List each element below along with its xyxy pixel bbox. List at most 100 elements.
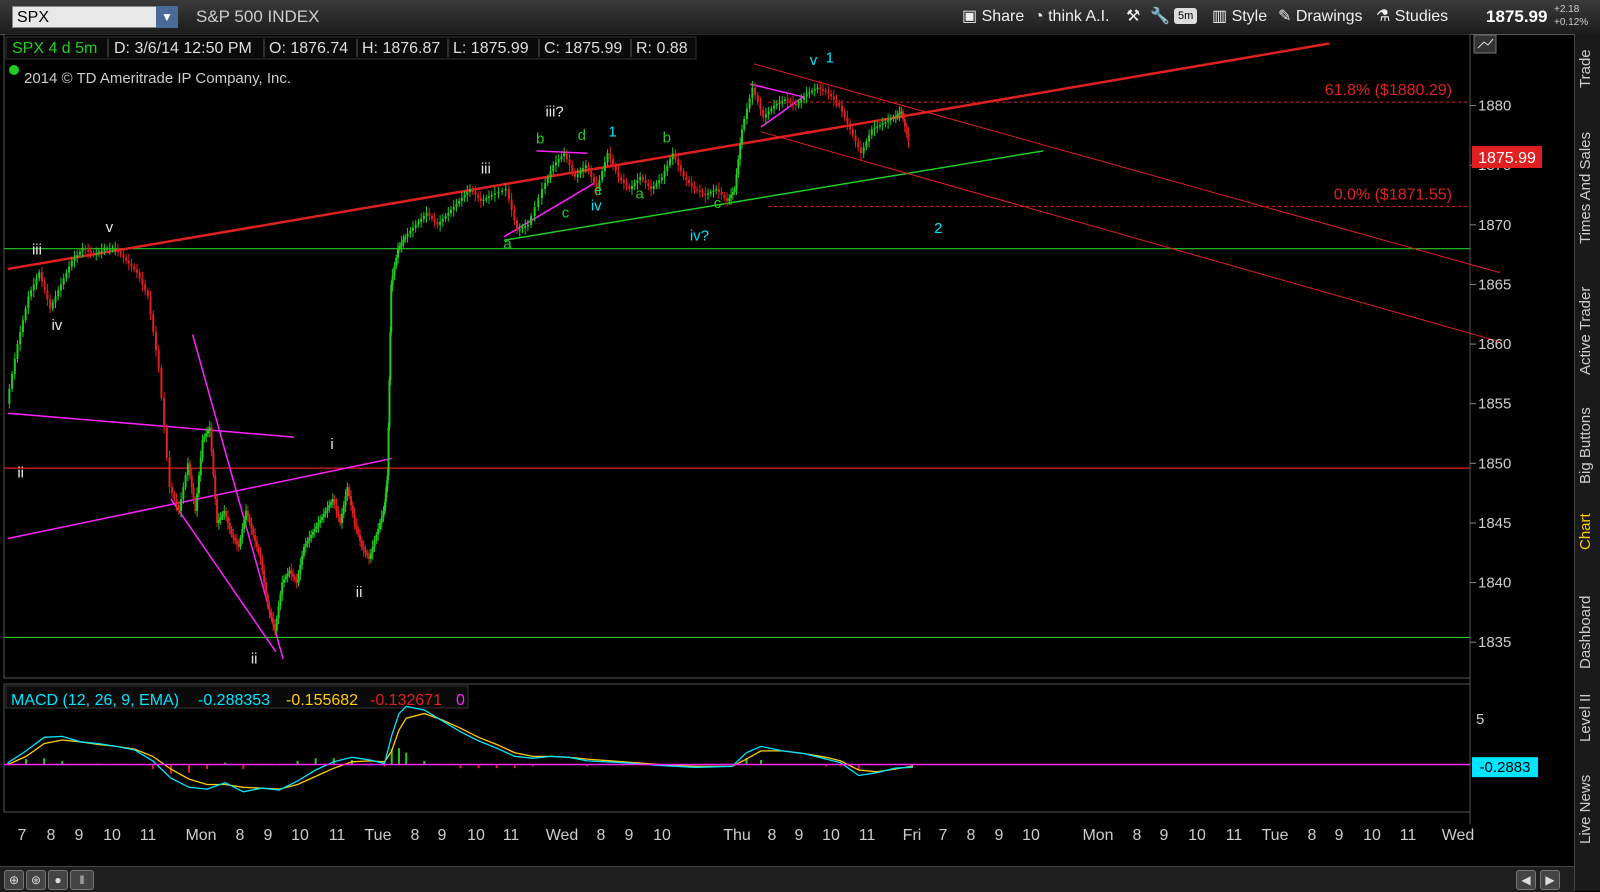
header-range: R: 0.88 xyxy=(636,40,688,57)
candle-body xyxy=(488,196,491,198)
candle-body xyxy=(521,227,524,230)
candle-body xyxy=(380,517,383,523)
sidebar-tab-trade[interactable]: Trade xyxy=(1577,40,1599,98)
candle-body xyxy=(735,174,738,190)
candle-body xyxy=(490,195,493,197)
chart-style-icon[interactable] xyxy=(1473,34,1497,54)
scroll-right-icon[interactable]: ▶ xyxy=(1540,870,1560,890)
drawings-button[interactable]: ✎ Drawings xyxy=(1278,6,1363,28)
sidebar-tab-chart[interactable]: Chart xyxy=(1577,508,1599,556)
drawings-label: Drawings xyxy=(1295,8,1363,25)
zoom-icon[interactable]: ⊛ xyxy=(26,870,46,890)
candle-body xyxy=(733,189,736,193)
x-tick-label: 9 xyxy=(75,827,84,844)
candle-body xyxy=(245,511,248,520)
candle-body xyxy=(477,195,480,198)
wave-label: 1 xyxy=(826,50,834,67)
style-button[interactable]: ▥ Style xyxy=(1212,6,1267,28)
candle-body xyxy=(214,475,217,500)
header-open: O: 1876.74 xyxy=(269,40,348,57)
candle-body xyxy=(157,350,160,368)
wrench-icon[interactable]: 🔧 xyxy=(1150,6,1170,28)
candle-body xyxy=(171,487,174,494)
candle-body xyxy=(297,573,300,583)
candle-body xyxy=(257,546,260,553)
last-price: 1875.99 xyxy=(1486,7,1548,26)
candle-body xyxy=(192,487,195,500)
zoom-fit-icon[interactable]: ⊕ xyxy=(4,870,24,890)
candle-body xyxy=(497,192,500,194)
candle-body xyxy=(234,537,237,541)
chart-tools-icon[interactable]: ⚒ xyxy=(1126,6,1140,28)
candle-body xyxy=(501,190,504,193)
candle-body xyxy=(709,192,712,194)
info-icon[interactable] xyxy=(9,65,19,75)
candle-body xyxy=(482,199,485,201)
x-tick-label: 10 xyxy=(103,827,121,844)
candle-body xyxy=(474,192,477,195)
candle-body xyxy=(568,159,571,166)
sidebar-tab-level-ii[interactable]: Level II xyxy=(1577,692,1599,744)
studies-button[interactable]: ⚗ Studies xyxy=(1376,6,1448,28)
candle-body xyxy=(677,159,680,166)
y-tick-label: 1860 xyxy=(1478,336,1511,353)
candle-body xyxy=(620,177,623,181)
candle-body xyxy=(344,496,347,506)
timeframe-button[interactable]: 5m xyxy=(1174,8,1198,24)
candle-body xyxy=(322,514,325,517)
candle-body xyxy=(76,254,79,258)
x-tick-label: 11 xyxy=(1226,827,1243,844)
candle-body xyxy=(199,457,202,476)
sidebar-tab-times-and-sales[interactable]: Times And Sales xyxy=(1577,120,1599,256)
sidebar-tab-active-trader[interactable]: Active Trader xyxy=(1577,272,1599,390)
candle-body xyxy=(221,514,224,517)
candle-body xyxy=(767,111,770,115)
candle-body xyxy=(641,177,644,181)
symbol-input[interactable]: SPX xyxy=(12,6,178,28)
candle-body xyxy=(513,209,516,221)
header-low: L: 1875.99 xyxy=(453,40,529,57)
candle-body xyxy=(228,522,231,529)
sidebar-tab-big-buttons[interactable]: Big Buttons xyxy=(1577,396,1599,496)
scroll-handle[interactable]: ‖ xyxy=(70,870,94,890)
fib-level-label: 0.0% ($1871.55) xyxy=(1334,186,1452,203)
scroll-left-icon[interactable]: ◀ xyxy=(1516,870,1536,890)
search-icon[interactable]: ● xyxy=(48,870,68,890)
sidebar-tab-dashboard[interactable]: Dashboard xyxy=(1577,582,1599,682)
candle-body xyxy=(560,156,563,160)
x-tick-label: Wed xyxy=(546,827,579,844)
candle-body xyxy=(685,177,688,181)
candle-body xyxy=(666,165,669,172)
candle-body xyxy=(160,367,163,398)
candle-body xyxy=(333,499,336,506)
candle-body xyxy=(439,221,442,225)
candle-body xyxy=(373,540,376,547)
symbol-dropdown-icon[interactable]: ▼ xyxy=(156,6,178,28)
candle-body xyxy=(397,248,400,258)
candle-body xyxy=(197,475,200,494)
candle-body xyxy=(116,248,119,252)
candle-body xyxy=(324,511,327,515)
wave-label: v xyxy=(106,219,114,236)
chart-canvas[interactable]: 61.8% ($1880.29)0.0% ($1871.55) iiivivii… xyxy=(0,34,1574,866)
y-tick-label: 1880 xyxy=(1478,98,1511,115)
candle-body xyxy=(349,496,352,506)
candle-body xyxy=(493,193,496,195)
share-button[interactable]: ▣ Share xyxy=(962,6,1024,28)
candle-body xyxy=(674,153,677,160)
candle-body xyxy=(35,278,38,285)
think-ai-button[interactable]: ◔ think A.I. xyxy=(1034,6,1109,28)
candle-body xyxy=(122,254,125,258)
candle-body xyxy=(194,499,197,512)
candle-body xyxy=(851,129,854,136)
candle-body xyxy=(611,159,614,166)
sidebar-tab-live-news[interactable]: Live News xyxy=(1577,764,1599,854)
candle-body xyxy=(652,186,655,190)
candle-body xyxy=(360,540,363,547)
candle-body xyxy=(27,296,30,309)
candle-body xyxy=(455,203,458,207)
change-abs: +2.18 xyxy=(1554,4,1580,15)
candle-body xyxy=(273,624,276,631)
candle-body xyxy=(207,430,210,434)
candle-body xyxy=(854,135,857,142)
